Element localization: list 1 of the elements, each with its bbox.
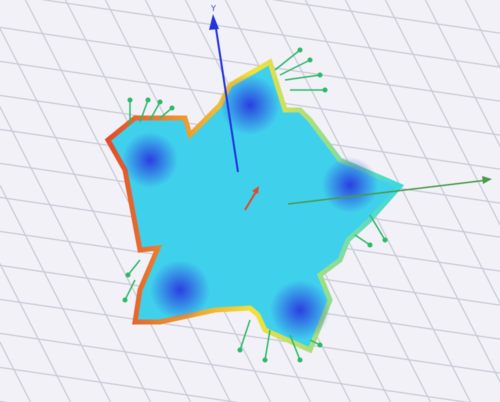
axis-label: Y (211, 4, 216, 13)
